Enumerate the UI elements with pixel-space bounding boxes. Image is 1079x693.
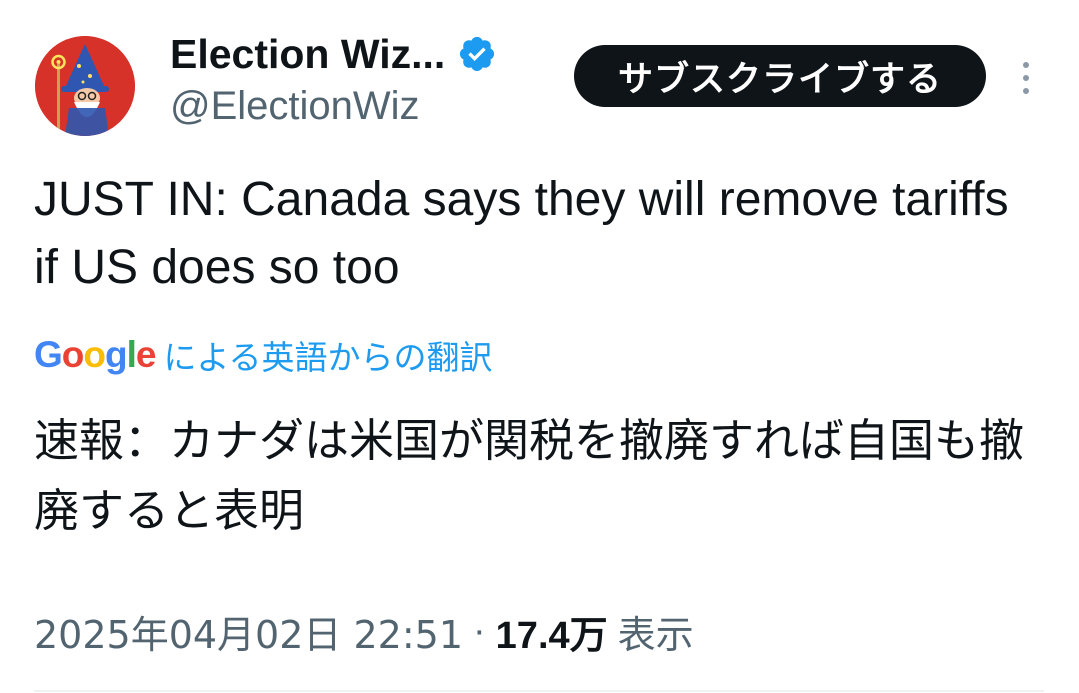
google-logo-letter: l [126,334,137,375]
author-avatar[interactable] [35,36,135,136]
google-logo-letter: g [105,334,128,375]
translated-tweet-text: 速報：カナダは米国が関税を撤廃すれば自国も撤廃すると表明 [34,414,1025,537]
google-logo-letter: o [83,334,106,375]
google-logo: Google [34,334,157,376]
verified-badge-icon [457,34,497,74]
more-vertical-icon[interactable] [1015,58,1037,98]
view-count: 17.4万 [495,614,608,657]
subscribe-button[interactable]: サブスクライブする [574,45,986,107]
tweet-timestamp[interactable]: 2025年04月02日 22:51 [34,604,463,659]
translation-attribution[interactable]: Google による英語からの翻訳 [34,330,492,380]
author-handle[interactable]: @ElectionWiz [170,84,420,129]
author-name-row: Election Wiz... [170,28,497,80]
google-logo-letter: e [135,334,157,375]
google-logo-letter: o [61,334,85,375]
translation-label: による英語からの翻訳 [163,338,493,377]
tweet-meta: 2025年04月02日 22:51 · 17.4万 表示 [34,604,694,659]
wizard-avatar-icon [35,36,135,136]
author-display-name[interactable]: Election Wiz... [170,31,445,78]
google-logo-letter: G [34,334,63,375]
tweet-text: JUST IN: Canada says they will remove ta… [34,173,1009,294]
meta-separator: · [473,609,486,652]
divider [34,690,1044,692]
tweet-card: Election Wiz... @ElectionWiz サブスクライブする J… [0,0,1079,693]
view-count-label: 表示 [617,612,694,657]
